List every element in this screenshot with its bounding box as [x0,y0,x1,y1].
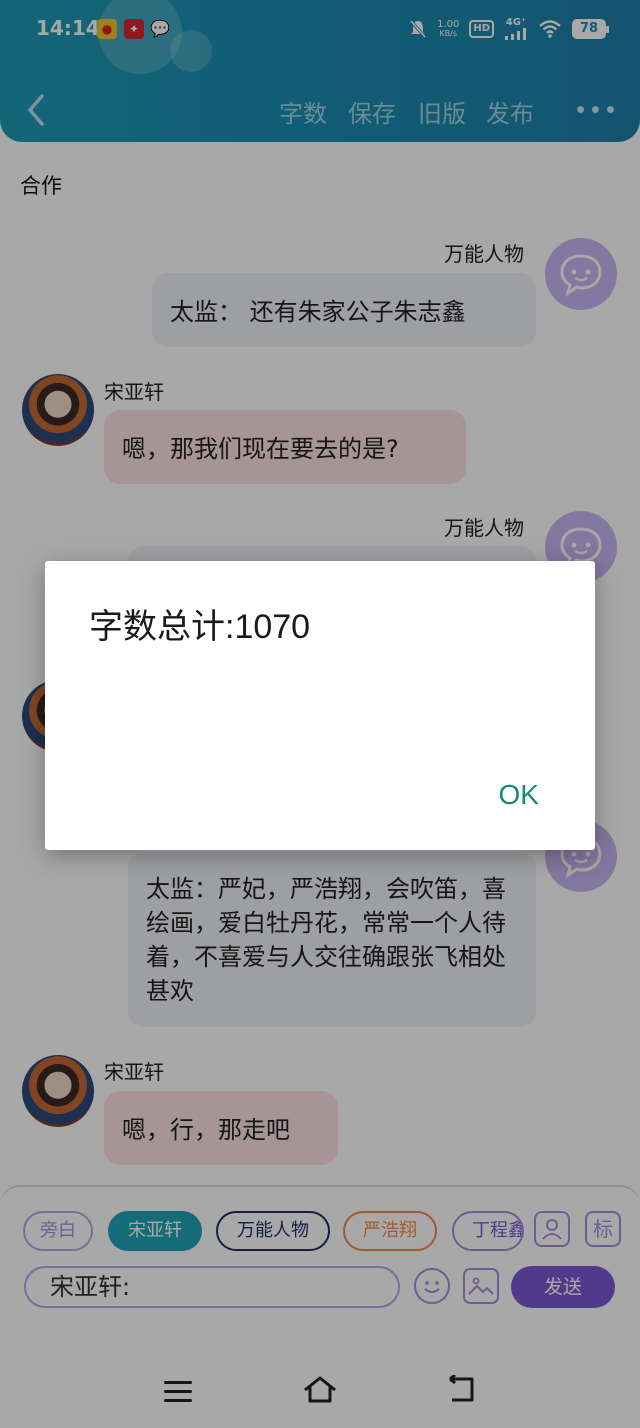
word-count-dialog: 字数总计:1070 OK [45,561,595,850]
dialog-message: 字数总计:1070 [89,608,311,646]
ok-button[interactable]: OK [499,779,539,811]
